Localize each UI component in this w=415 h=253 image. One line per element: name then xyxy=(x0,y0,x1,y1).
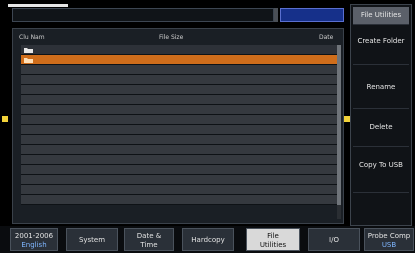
oscilloscope-screen: Clu Nam File Size Date File Utilities Cr… xyxy=(0,0,415,253)
left-trigger-marker xyxy=(2,116,8,122)
language-label: 2001-2006 xyxy=(14,232,54,240)
menu-title: File Utilities xyxy=(353,7,409,25)
language-value: English xyxy=(21,241,47,249)
status-indicator xyxy=(280,8,344,22)
scrollbar-thumb[interactable] xyxy=(337,45,341,205)
file-row-empty xyxy=(21,155,339,165)
file-row-empty xyxy=(21,195,339,205)
create-folder-button[interactable]: Create Folder xyxy=(353,29,409,65)
file-row-up[interactable] xyxy=(21,45,339,55)
header-date: Date xyxy=(319,34,334,41)
file-utilities-sub: Utilities xyxy=(259,241,287,249)
file-row-empty xyxy=(21,85,339,95)
bottom-softkey-bar: 2001-2006 English System Date & Time Har… xyxy=(0,226,415,253)
folder-up-icon xyxy=(24,48,33,53)
side-softkey-menu: File Utilities Create Folder Rename Dele… xyxy=(350,4,412,226)
delete-button[interactable]: Delete xyxy=(353,111,409,147)
io-button[interactable]: I/O xyxy=(308,228,360,251)
path-marker xyxy=(274,8,278,22)
file-row-empty xyxy=(21,175,339,185)
file-utilities-label: File xyxy=(267,232,279,240)
date-time-button[interactable]: Date & Time xyxy=(124,228,174,251)
top-status-bar xyxy=(8,4,344,26)
rename-button[interactable]: Rename xyxy=(353,67,409,109)
path-field xyxy=(12,8,274,22)
file-row-empty xyxy=(21,135,339,145)
file-row-selected[interactable] xyxy=(21,55,339,65)
file-list-scrollbar[interactable] xyxy=(337,45,341,219)
hardcopy-label: Hardcopy xyxy=(191,236,225,244)
file-row-empty xyxy=(21,65,339,75)
system-button[interactable]: System xyxy=(66,228,118,251)
probe-comp-label: Probe Comp xyxy=(367,232,411,240)
file-row-empty xyxy=(21,95,339,105)
file-row-empty xyxy=(21,105,339,115)
file-browser-panel: Clu Nam File Size Date xyxy=(12,28,344,224)
system-label: System xyxy=(78,236,106,244)
copy-to-usb-button[interactable]: Copy To USB xyxy=(353,149,409,193)
header-size: File Size xyxy=(159,34,184,41)
header-name: Clu Nam xyxy=(19,34,45,41)
io-label: I/O xyxy=(329,236,339,244)
probe-comp-button[interactable]: Probe Comp USB xyxy=(364,228,414,251)
file-utilities-button[interactable]: File Utilities xyxy=(246,228,300,251)
file-row-empty xyxy=(21,165,339,175)
file-list-header: Clu Nam File Size Date xyxy=(19,33,341,43)
date-time-sub: Time xyxy=(140,241,158,249)
top-tick xyxy=(8,4,68,7)
file-row-empty xyxy=(21,125,339,135)
language-button[interactable]: 2001-2006 English xyxy=(10,228,58,251)
file-list[interactable] xyxy=(21,45,339,219)
date-time-label: Date & xyxy=(136,232,162,240)
folder-icon xyxy=(24,58,33,63)
hardcopy-button[interactable]: Hardcopy xyxy=(182,228,234,251)
probe-comp-sub: USB xyxy=(381,241,397,249)
file-row-empty xyxy=(21,115,339,125)
file-row-empty xyxy=(21,75,339,85)
file-row-empty xyxy=(21,145,339,155)
file-row-empty xyxy=(21,185,339,195)
